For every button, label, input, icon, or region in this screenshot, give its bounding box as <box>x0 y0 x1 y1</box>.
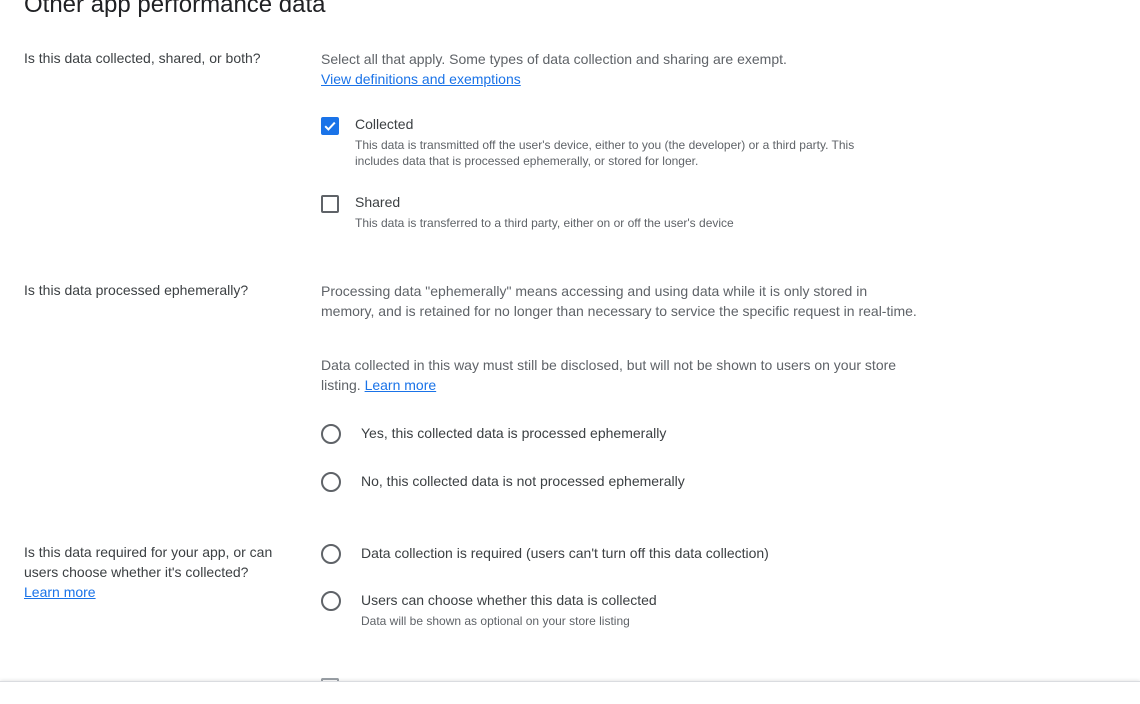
ephemeral-explanation: Processing data "ephemerally" means acce… <box>321 283 917 319</box>
checkmark-icon <box>324 121 336 131</box>
users-choose-radio[interactable] <box>321 591 341 611</box>
bottom-action-bar <box>0 681 1140 704</box>
page: Other app performance data Is this data … <box>0 0 1140 704</box>
ephemeral-yes-radio[interactable] <box>321 424 341 444</box>
shared-checkbox[interactable] <box>321 195 339 213</box>
ephemeral-disclosure-note: Data collected in this way must still be… <box>321 355 921 395</box>
ephemeral-no-radio[interactable] <box>321 472 341 492</box>
shared-description: This data is transferred to a third part… <box>355 216 734 230</box>
collected-checkbox[interactable] <box>321 117 339 135</box>
question-required: Is this data required for your app, or c… <box>24 542 294 602</box>
question-collected-shared: Is this data collected, shared, or both? <box>24 50 261 66</box>
question-required-text: Is this data required for your app, or c… <box>24 544 273 580</box>
shared-label: Shared <box>355 194 401 210</box>
ephemeral-yes-label: Yes, this collected data is processed ep… <box>361 425 667 441</box>
view-definitions-link[interactable]: View definitions and exemptions <box>321 71 521 87</box>
collection-required-radio[interactable] <box>321 544 341 564</box>
required-learn-more-link[interactable]: Learn more <box>24 584 96 600</box>
users-choose-description: Data will be shown as optional on your s… <box>361 614 630 628</box>
collection-required-label: Data collection is required (users can't… <box>361 545 769 561</box>
collection-intro-text: Select all that apply. Some types of dat… <box>321 51 787 67</box>
collected-description: This data is transmitted off the user's … <box>355 138 855 168</box>
ephemeral-no-label: No, this collected data is not processed… <box>361 473 685 489</box>
users-choose-label: Users can choose whether this data is co… <box>361 592 657 608</box>
page-title: Other app performance data <box>24 0 326 18</box>
definitions-link-row: View definitions and exemptions <box>321 69 921 89</box>
question-ephemeral: Is this data processed ephemerally? <box>24 282 249 298</box>
collected-label: Collected <box>355 116 414 132</box>
ephemeral-learn-more-link[interactable]: Learn more <box>365 377 437 393</box>
